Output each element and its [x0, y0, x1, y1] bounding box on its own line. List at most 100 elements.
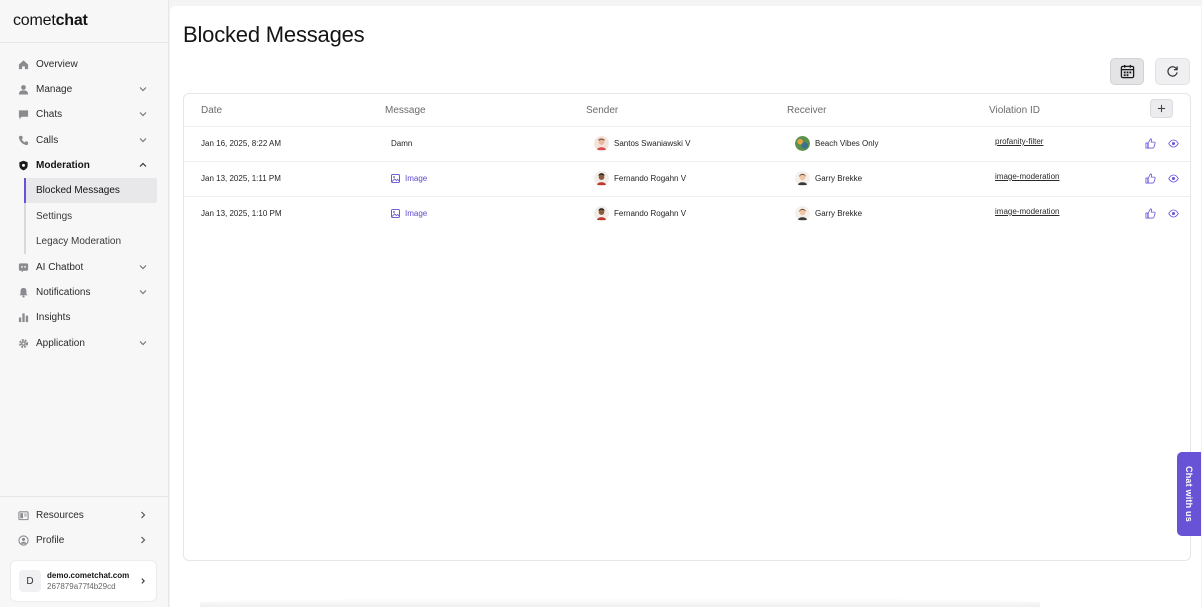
- violation-id-link[interactable]: image-moderation: [995, 207, 1059, 216]
- sidebar: cometchat Overview Manage Chats Calls Mo…: [0, 0, 169, 607]
- eye-icon[interactable]: [1168, 208, 1179, 219]
- avatar: [594, 136, 609, 151]
- table-row[interactable]: Jan 16, 2025, 8:22 AM Damn Santos Swania…: [184, 126, 1190, 161]
- sidebar-item-overview[interactable]: Overview: [10, 52, 158, 76]
- sidebar-item-profile[interactable]: Profile: [10, 528, 158, 552]
- column-header-date[interactable]: Date: [201, 105, 222, 116]
- sidebar-item-calls[interactable]: Calls: [10, 128, 158, 152]
- main-content: Blocked Messages Date Message Sender Rec…: [170, 6, 1201, 607]
- message-text: Image: [405, 174, 428, 183]
- sidebar-item-label: Chats: [36, 108, 63, 120]
- avatar: [795, 171, 810, 186]
- table-row[interactable]: Jan 13, 2025, 1:10 PM Image Fernando Rog…: [184, 196, 1190, 231]
- receiver-cell[interactable]: Garry Brekke: [795, 206, 862, 221]
- phone-icon: [17, 134, 29, 146]
- refresh-icon: [1167, 66, 1178, 77]
- sender-cell[interactable]: Fernando Rogahn V: [594, 206, 686, 221]
- date-filter-button[interactable]: [1110, 58, 1144, 85]
- chevron-down-icon: [139, 265, 147, 270]
- chevron-right-icon: [141, 536, 146, 544]
- cometchat-logo[interactable]: cometchat: [13, 12, 88, 30]
- account-switcher[interactable]: D demo.cometchat.com 267879a77f4b29cd: [10, 560, 157, 602]
- sidebar-subitem-blocked-messages[interactable]: Blocked Messages: [24, 178, 157, 203]
- receiver-cell[interactable]: Beach Vibes Only: [795, 136, 878, 151]
- thumbs-up-icon[interactable]: [1145, 138, 1156, 149]
- message-cell[interactable]: Image: [391, 174, 427, 183]
- sidebar-item-label: Overview: [36, 58, 78, 70]
- message-text: Image: [405, 209, 428, 218]
- date-cell: Jan 13, 2025, 1:11 PM: [201, 174, 281, 183]
- sidebar-item-application[interactable]: Application: [10, 331, 158, 355]
- sidebar-subitem-settings[interactable]: Settings: [26, 204, 157, 229]
- receiver-name: Garry Brekke: [815, 209, 863, 218]
- shield-icon: [17, 159, 29, 171]
- chevron-down-icon: [139, 138, 147, 143]
- sender-name: Fernando Rogahn V: [614, 174, 687, 183]
- thumbs-up-icon[interactable]: [1145, 208, 1156, 219]
- sidebar-item-ai-chatbot[interactable]: AI Chatbot: [10, 255, 158, 279]
- column-header-message[interactable]: Message: [385, 105, 426, 116]
- avatar: [594, 171, 609, 186]
- group-avatar: [795, 136, 810, 151]
- sender-name: Santos Swaniawski V: [614, 139, 691, 148]
- image-icon: [391, 174, 400, 183]
- page-title: Blocked Messages: [183, 22, 365, 47]
- plus-icon: [1157, 104, 1166, 113]
- chevron-right-icon: [141, 578, 145, 584]
- image-icon: [391, 209, 400, 218]
- sidebar-item-label: Insights: [36, 311, 71, 323]
- sidebar-subitem-legacy-moderation[interactable]: Legacy Moderation: [26, 229, 157, 254]
- eye-icon[interactable]: [1168, 173, 1179, 184]
- sidebar-item-resources[interactable]: Resources: [10, 503, 158, 527]
- column-header-receiver[interactable]: Receiver: [787, 105, 826, 116]
- sidebar-item-manage[interactable]: Manage: [10, 77, 158, 101]
- sidebar-item-notifications[interactable]: Notifications: [10, 280, 158, 304]
- sidebar-item-label: Moderation: [36, 159, 90, 171]
- message-cell: Damn: [391, 139, 413, 148]
- sender-cell[interactable]: Santos Swaniawski V: [594, 136, 690, 151]
- add-column-button[interactable]: [1150, 99, 1173, 118]
- receiver-name: Beach Vibes Only: [815, 139, 879, 148]
- account-id: 267879a77f4b29cd: [47, 582, 116, 591]
- chevron-down-icon: [139, 112, 147, 117]
- footer-shadow: [200, 598, 1040, 607]
- chevron-up-icon: [139, 162, 147, 167]
- thumbs-up-icon[interactable]: [1145, 173, 1156, 184]
- receiver-cell[interactable]: Garry Brekke: [795, 171, 862, 186]
- receiver-name: Garry Brekke: [815, 174, 863, 183]
- gear-icon: [17, 337, 29, 349]
- chevron-down-icon: [139, 290, 147, 295]
- sidebar-item-moderation[interactable]: Moderation: [10, 153, 158, 177]
- bot-icon: [17, 261, 29, 273]
- table-row[interactable]: Jan 13, 2025, 1:11 PM Image Fernando Rog…: [184, 161, 1190, 196]
- chevron-down-icon: [139, 341, 147, 346]
- avatar: [594, 206, 609, 221]
- date-cell: Jan 16, 2025, 8:22 AM: [201, 139, 282, 148]
- sender-name: Fernando Rogahn V: [614, 209, 687, 218]
- chat-with-us-label: Chat with us: [1184, 466, 1194, 522]
- sidebar-item-label: Resources: [36, 509, 84, 521]
- violation-id-link[interactable]: image-moderation: [995, 172, 1059, 181]
- column-header-sender[interactable]: Sender: [586, 105, 618, 116]
- refresh-button[interactable]: [1155, 58, 1190, 85]
- sidebar-item-label: Legacy Moderation: [36, 236, 122, 247]
- sender-cell[interactable]: Fernando Rogahn V: [594, 171, 686, 186]
- sidebar-item-label: Settings: [36, 211, 73, 222]
- user-icon: [17, 83, 29, 95]
- eye-icon[interactable]: [1168, 138, 1179, 149]
- chat-icon: [17, 108, 29, 120]
- chat-with-us-button[interactable]: Chat with us: [1177, 452, 1201, 536]
- avatar: [795, 206, 810, 221]
- sidebar-item-insights[interactable]: Insights: [10, 305, 158, 329]
- sidebar-item-label: Calls: [36, 134, 59, 146]
- bar-chart-icon: [17, 311, 29, 323]
- column-header-violation-id[interactable]: Violation ID: [989, 105, 1040, 116]
- sidebar-item-chats[interactable]: Chats: [10, 102, 158, 126]
- message-cell[interactable]: Image: [391, 209, 427, 218]
- chevron-right-icon: [141, 511, 146, 519]
- violation-id-link[interactable]: profanity-filter: [995, 137, 1043, 146]
- blocked-messages-table: Date Message Sender Receiver Violation I…: [183, 93, 1191, 561]
- chevron-down-icon: [139, 87, 147, 92]
- divider: [0, 496, 169, 497]
- avatar: D: [19, 570, 41, 592]
